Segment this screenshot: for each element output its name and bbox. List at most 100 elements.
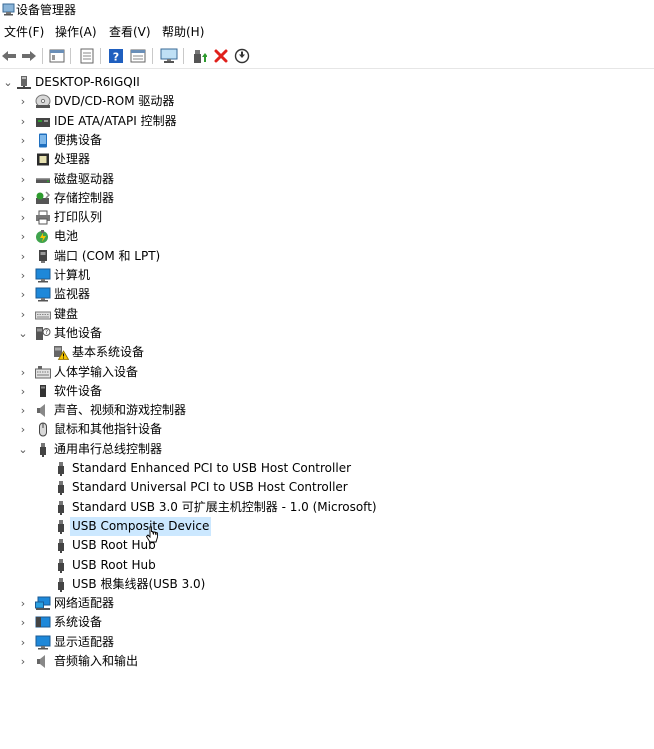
forward-icon[interactable] <box>20 47 38 65</box>
tree-category[interactable]: › IDE ATA/ATAPI 控制器 <box>0 112 654 131</box>
tree-item[interactable]: USB Root Hub <box>0 556 654 575</box>
usb-device-icon <box>53 519 69 534</box>
menu-action[interactable]: 操作(A) <box>55 24 97 40</box>
chevron-right-icon[interactable]: › <box>17 420 29 439</box>
battery-icon <box>35 229 51 244</box>
chevron-right-icon[interactable]: › <box>17 208 29 227</box>
tree-item[interactable]: USB Root Hub <box>0 536 654 555</box>
toolbar-separator <box>152 48 153 64</box>
tree-category[interactable]: › 处理器 <box>0 150 654 169</box>
menu-view[interactable]: 查看(V) <box>109 24 151 40</box>
tree-category[interactable]: › DVD/CD-ROM 驱动器 <box>0 92 654 111</box>
tree-category[interactable]: › 电池 <box>0 227 654 246</box>
back-icon[interactable] <box>0 47 18 65</box>
tree-item-label: 显示适配器 <box>54 634 115 649</box>
tree-category[interactable]: › 打印队列 <box>0 208 654 227</box>
chevron-right-icon[interactable]: › <box>17 363 29 382</box>
tree-category[interactable]: › 磁盘驱动器 <box>0 170 654 189</box>
usb-device-icon <box>53 500 69 515</box>
sound-icon <box>35 403 51 418</box>
chevron-right-icon[interactable]: › <box>17 382 29 401</box>
toolbar: ? <box>0 44 654 69</box>
help-icon[interactable]: ? <box>107 47 125 65</box>
chevron-down-icon[interactable]: ⌄ <box>2 73 14 92</box>
tree-category[interactable]: › 显示适配器 <box>0 633 654 652</box>
computer-root-icon <box>16 75 32 90</box>
keyboard-icon <box>35 307 51 322</box>
tree-item[interactable]: Standard USB 3.0 可扩展主机控制器 - 1.0 (Microso… <box>0 498 654 517</box>
tree-category[interactable]: › 声音、视频和游戏控制器 <box>0 401 654 420</box>
system-device-icon <box>35 615 51 630</box>
properties-view-icon[interactable] <box>48 47 66 65</box>
tree-category[interactable]: ⌄? 其他设备 <box>0 324 654 343</box>
tree-category[interactable]: › 计算机 <box>0 266 654 285</box>
chevron-right-icon[interactable]: › <box>17 150 29 169</box>
download-icon[interactable] <box>233 47 251 65</box>
usb-controller-icon <box>35 442 51 457</box>
network-adapter-icon <box>35 596 51 611</box>
toolbar-separator <box>183 48 184 64</box>
chevron-right-icon[interactable]: › <box>17 189 29 208</box>
tree-category[interactable]: › 鼠标和其他指针设备 <box>0 420 654 439</box>
chevron-right-icon[interactable]: › <box>17 305 29 324</box>
tree-item[interactable]: Standard Enhanced PCI to USB Host Contro… <box>0 459 654 478</box>
tree-item-label: DVD/CD-ROM 驱动器 <box>54 94 175 109</box>
list-view-icon[interactable] <box>78 47 96 65</box>
tree-item-label: 磁盘驱动器 <box>54 171 115 186</box>
usb-device-icon <box>53 577 69 592</box>
tree-category[interactable]: › 网络适配器 <box>0 594 654 613</box>
mouse-icon <box>35 422 51 437</box>
tree-item-label: USB Composite Device <box>70 516 212 536</box>
tree-category[interactable]: › 存储控制器 <box>0 189 654 208</box>
tree-category[interactable]: › 监视器 <box>0 285 654 304</box>
tree-item-label: 端口 (COM 和 LPT) <box>54 248 161 263</box>
tree-item-label: Standard Universal PCI to USB Host Contr… <box>72 480 348 495</box>
audio-io-icon <box>35 654 51 669</box>
chevron-right-icon[interactable]: › <box>17 227 29 246</box>
window-title: 设备管理器 <box>16 3 77 17</box>
chevron-right-icon[interactable]: › <box>17 633 29 652</box>
tree-item-label: 处理器 <box>54 152 91 167</box>
printer-icon <box>35 210 51 225</box>
update-driver-icon[interactable] <box>190 47 208 65</box>
tree-category[interactable]: › 人体学输入设备 <box>0 363 654 382</box>
tree-item-label: Standard USB 3.0 可扩展主机控制器 - 1.0 (Microso… <box>72 499 377 514</box>
tree-item-label: 键盘 <box>54 306 79 321</box>
chevron-right-icon[interactable]: › <box>17 652 29 671</box>
details-icon[interactable] <box>129 47 147 65</box>
tree-category[interactable]: › 便携设备 <box>0 131 654 150</box>
chevron-right-icon[interactable]: › <box>17 92 29 111</box>
tree-item-selected[interactable]: USB Composite Device <box>0 516 654 536</box>
tree-category[interactable]: › 软件设备 <box>0 382 654 401</box>
tree-item-label: 存储控制器 <box>54 190 115 205</box>
chevron-right-icon[interactable]: › <box>17 112 29 131</box>
computer-icon <box>35 268 51 283</box>
tree-category[interactable]: › 系统设备 <box>0 613 654 632</box>
port-icon <box>35 249 51 264</box>
chevron-right-icon[interactable]: › <box>17 285 29 304</box>
chevron-right-icon[interactable]: › <box>17 613 29 632</box>
chevron-right-icon[interactable]: › <box>17 401 29 420</box>
tree-category[interactable]: › 音频输入和输出 <box>0 652 654 671</box>
tree-category[interactable]: ⌄ 通用串行总线控制器 <box>0 440 654 459</box>
chevron-right-icon[interactable]: › <box>17 170 29 189</box>
tree-category[interactable]: › 键盘 <box>0 305 654 324</box>
tree-root[interactable]: ⌄ DESKTOP-R6IGQII <box>0 73 654 92</box>
tree-item[interactable]: Standard Universal PCI to USB Host Contr… <box>0 478 654 497</box>
menu-help[interactable]: 帮助(H) <box>162 24 204 40</box>
tree-category[interactable]: › 端口 (COM 和 LPT) <box>0 247 654 266</box>
chevron-down-icon[interactable]: ⌄ <box>17 324 29 343</box>
chevron-down-icon[interactable]: ⌄ <box>17 440 29 459</box>
tree-item[interactable]: 基本系统设备 <box>0 343 654 362</box>
chevron-right-icon[interactable]: › <box>17 131 29 150</box>
portable-device-icon <box>35 133 51 148</box>
chevron-right-icon[interactable]: › <box>17 247 29 266</box>
tree-item[interactable]: USB 根集线器(USB 3.0) <box>0 575 654 594</box>
menu-file[interactable]: 文件(F) <box>4 24 44 40</box>
title-bar: 设备管理器 <box>0 0 654 20</box>
chevron-right-icon[interactable]: › <box>17 266 29 285</box>
display-adapter-icon <box>35 635 51 650</box>
monitor-scan-icon[interactable] <box>160 47 178 65</box>
chevron-right-icon[interactable]: › <box>17 594 29 613</box>
uninstall-icon[interactable] <box>212 47 230 65</box>
